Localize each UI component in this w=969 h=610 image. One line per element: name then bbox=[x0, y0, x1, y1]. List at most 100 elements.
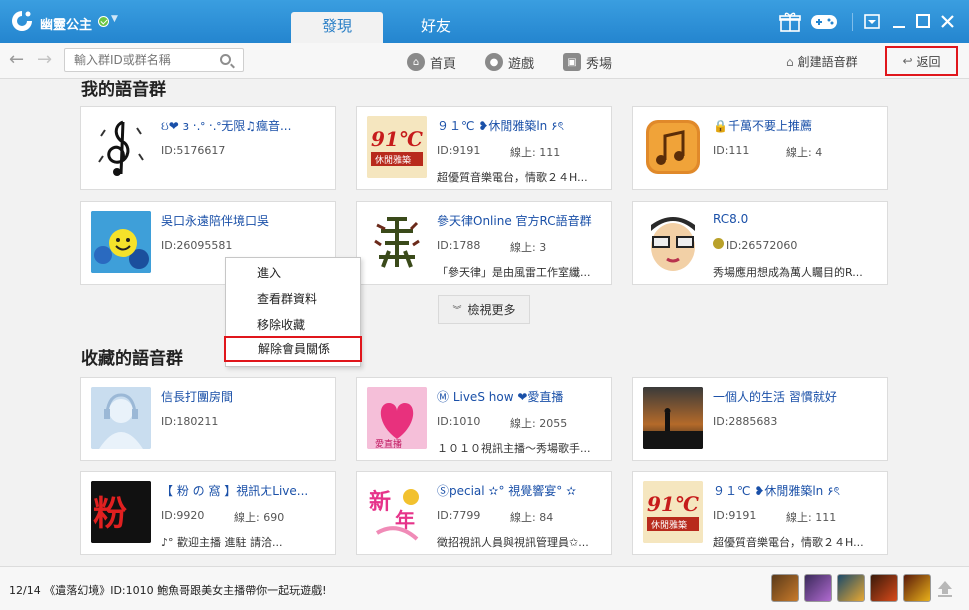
search-icon[interactable] bbox=[220, 54, 231, 65]
username[interactable]: 幽靈公主 bbox=[40, 14, 92, 33]
gamepad-icon[interactable] bbox=[810, 13, 838, 31]
group-card[interactable]: 91℃ 休閒雅築 ９１℃ ❥休閒雅築ln ۶ৎ ID:9191 線上: 111 超… bbox=[632, 471, 888, 555]
game-icon[interactable] bbox=[804, 574, 832, 602]
menu-item-view-group-info[interactable]: 查看群資料 bbox=[226, 286, 360, 312]
nav-games-label: 遊戲 bbox=[508, 56, 535, 72]
double-chevron-down-icon: ︾ bbox=[452, 306, 462, 316]
group-id: ID:9191 bbox=[437, 144, 481, 157]
group-card[interactable]: 愛直播 Ⓜ LiveS how ❤愛直播 ID:1010 線上: 2055 １０… bbox=[356, 377, 612, 461]
user-badge-icon bbox=[713, 238, 724, 249]
nav-home-label: 首頁 bbox=[430, 56, 457, 72]
svg-text:休閒雅築: 休閒雅築 bbox=[651, 519, 687, 531]
group-id: ID:5176617 bbox=[161, 144, 226, 157]
game-icon[interactable] bbox=[903, 574, 931, 602]
group-card[interactable]: 參天律Online 官方RC語音群 ID:1788 線上: 3 「參天律」是由風… bbox=[356, 201, 612, 285]
svg-text:新: 新 bbox=[369, 489, 391, 515]
close-icon[interactable] bbox=[940, 14, 955, 29]
main-content: 我的語音群 ઇ❤ ɜ ‧.ᐤ ‧.ᐤ无限♫瘋音... ID:5176617 91… bbox=[0, 80, 969, 565]
group-avatar bbox=[367, 211, 427, 273]
group-card[interactable]: ઇ❤ ɜ ‧.ᐤ ‧.ᐤ无限♫瘋音... ID:5176617 bbox=[80, 106, 336, 190]
app-logo-icon bbox=[12, 11, 32, 31]
group-avatar: 粉 bbox=[91, 481, 151, 543]
group-name: 【 粉 の 窩 】視訊ㄤLive... bbox=[161, 484, 309, 498]
group-id: ID:111 bbox=[713, 144, 750, 157]
menu-item-enter[interactable]: 進入 bbox=[226, 260, 360, 286]
group-card[interactable]: 信長打團房間 ID:180211 bbox=[80, 377, 336, 461]
svg-text:91℃: 91℃ bbox=[371, 127, 423, 151]
maximize-icon[interactable] bbox=[916, 14, 930, 28]
group-description: 超優質音樂電台，情歌２４H... bbox=[437, 171, 588, 184]
gift-icon[interactable] bbox=[779, 11, 801, 33]
group-card[interactable]: 一個人的生活 習慣就好 ID:2885683 bbox=[632, 377, 888, 461]
create-group-label: 創建語音群 bbox=[797, 55, 858, 69]
group-name: 一個人的生活 習慣就好 bbox=[713, 390, 837, 404]
minimize-icon[interactable] bbox=[892, 14, 906, 29]
divider bbox=[852, 13, 853, 31]
online-count: 線上: 2055 bbox=[510, 417, 568, 430]
online-count: 線上: 690 bbox=[234, 511, 285, 524]
upload-icon[interactable] bbox=[935, 579, 955, 599]
group-avatar: 愛直播 bbox=[367, 387, 427, 449]
menu-item-cancel-membership[interactable]: 解除會員關係 bbox=[224, 336, 362, 362]
group-name: ９１℃ ❥休閒雅築ln ۶ৎ bbox=[437, 119, 564, 133]
group-card[interactable]: 粉 【 粉 の 窩 】視訊ㄤLive... ID:9920 線上: 690 ♪°… bbox=[80, 471, 336, 555]
group-id: ID:9191 bbox=[713, 509, 757, 522]
group-description: 「參天律」是由風雷工作室纖... bbox=[437, 266, 591, 279]
online-count: 線上: 111 bbox=[786, 511, 837, 524]
tab-discover[interactable]: 發現 bbox=[291, 12, 383, 43]
toolbar: ← → ⌂ 首頁 ● 遊戲 ▣ 秀場 ⌂ 創建語音群 ↩ 返回 bbox=[0, 43, 969, 79]
group-avatar bbox=[643, 387, 703, 449]
return-button[interactable]: ↩ 返回 bbox=[885, 46, 958, 76]
group-id: ID:26572060 bbox=[726, 239, 798, 252]
gamepad-icon: ● bbox=[485, 53, 503, 71]
create-group-button[interactable]: ⌂ 創建語音群 bbox=[786, 53, 858, 70]
tab-friends[interactable]: 好友 bbox=[390, 12, 482, 43]
forward-arrow-icon[interactable]: → bbox=[37, 49, 52, 70]
group-id: ID:7799 bbox=[437, 509, 481, 522]
group-id: ID:1010 bbox=[437, 415, 481, 428]
online-status-icon[interactable] bbox=[98, 16, 109, 27]
nav-games[interactable]: ● 遊戲 bbox=[485, 52, 534, 72]
my-groups-title: 我的語音群 bbox=[81, 80, 166, 100]
game-icon[interactable] bbox=[771, 574, 799, 602]
svg-text:粉: 粉 bbox=[93, 494, 127, 534]
nav-home[interactable]: ⌂ 首頁 bbox=[407, 52, 456, 72]
online-count: 線上: 4 bbox=[786, 146, 823, 159]
menu-item-remove-favorite[interactable]: 移除收藏 bbox=[226, 312, 360, 338]
group-card[interactable]: 🔒千萬不要上推薦 ID:111 線上: 4 bbox=[632, 106, 888, 190]
group-description: 秀場應用想成為萬人矚目的R... bbox=[713, 266, 863, 279]
group-name: 吳口永遠陪伴境口吳 bbox=[161, 214, 270, 228]
group-card[interactable]: RC8.0 ID:26572060 秀場應用想成為萬人矚目的R... bbox=[632, 201, 888, 285]
stage-icon: ▣ bbox=[563, 53, 581, 71]
view-more-button[interactable]: ︾ 檢視更多 bbox=[438, 295, 530, 324]
game-icon[interactable] bbox=[870, 574, 898, 602]
return-icon: ↩ bbox=[902, 54, 913, 68]
group-description: 超優質音樂電台，情歌２４H... bbox=[713, 536, 864, 549]
group-id: ID:2885683 bbox=[713, 415, 778, 428]
group-name: 信長打團房間 bbox=[161, 390, 234, 404]
group-avatar bbox=[91, 387, 151, 449]
game-icon[interactable] bbox=[837, 574, 865, 602]
group-id: ID:9920 bbox=[161, 509, 205, 522]
group-avatar bbox=[643, 116, 703, 178]
news-ticker[interactable]: 12/14 《遺落幻境》ID:1010 鮑魚哥跟美女主播帶你一起玩遊戲! bbox=[9, 582, 327, 598]
search-input[interactable] bbox=[64, 48, 244, 72]
house-plus-icon: ⌂ bbox=[786, 54, 794, 69]
group-card[interactable]: 91℃ 休閒雅築 ９１℃ ❥休閒雅築ln ۶ৎ ID:9191 線上: 111 超… bbox=[356, 106, 612, 190]
group-description: ♪° 歡迎主播 進駐 請洽... bbox=[161, 536, 283, 549]
title-bar: 幽靈公主 ▼ 發現 好友 bbox=[0, 0, 969, 43]
group-description: １０１０視訊主播～秀場歌手... bbox=[437, 442, 591, 455]
menu-icon[interactable] bbox=[864, 14, 880, 29]
group-name: 參天律Online 官方RC語音群 bbox=[437, 214, 592, 228]
status-dropdown-icon[interactable]: ▼ bbox=[111, 14, 118, 24]
online-count: 線上: 84 bbox=[510, 511, 554, 524]
view-more-label: 檢視更多 bbox=[467, 303, 516, 317]
svg-text:休閒雅築: 休閒雅築 bbox=[375, 154, 411, 166]
group-avatar bbox=[643, 211, 703, 273]
svg-text:愛直播: 愛直播 bbox=[375, 438, 402, 449]
group-avatar: 91℃ 休閒雅築 bbox=[367, 116, 427, 178]
nav-show[interactable]: ▣ 秀場 bbox=[563, 52, 612, 72]
home-icon: ⌂ bbox=[407, 53, 425, 71]
group-card[interactable]: 新年 Ⓢpecial ✫° 視覺響宴° ✫ ID:7799 線上: 84 徵招視… bbox=[356, 471, 612, 555]
back-arrow-icon[interactable]: ← bbox=[9, 49, 24, 70]
